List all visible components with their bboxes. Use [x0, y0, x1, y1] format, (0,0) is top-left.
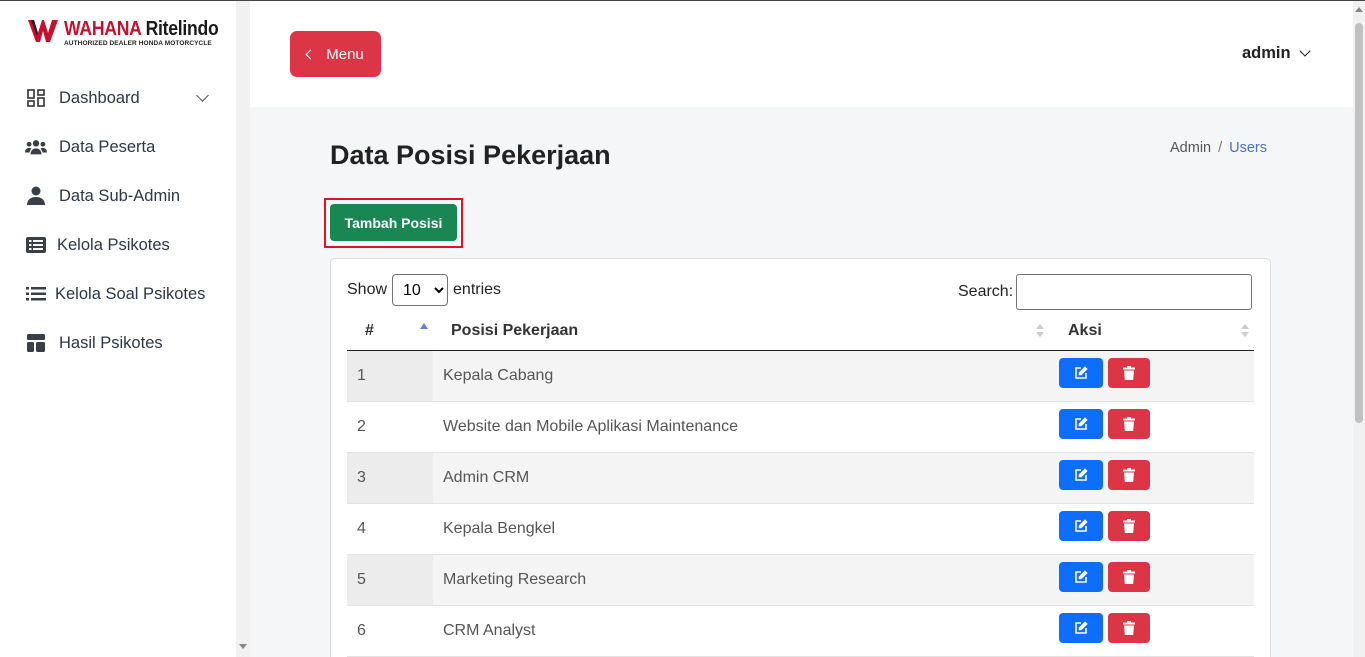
sidebar-item-dashboard[interactable]: Dashboard [0, 78, 236, 118]
trash-icon [1123, 468, 1135, 482]
sidebar-item-label: Hasil Psikotes [59, 333, 163, 352]
delete-button[interactable] [1108, 613, 1150, 643]
edit-button[interactable] [1059, 358, 1103, 388]
add-position-button[interactable]: Tambah Posisi [330, 204, 457, 241]
edit-button[interactable] [1059, 511, 1103, 541]
users-group-icon [25, 136, 47, 158]
table-row: 3 Admin CRM [347, 453, 1254, 504]
edit-button[interactable] [1059, 460, 1103, 490]
list-alt-icon [25, 234, 47, 256]
sidebar-item-data-sub-admin[interactable]: Data Sub-Admin [0, 176, 236, 216]
position-name: Website dan Mobile Aplikasi Maintenance [443, 418, 738, 435]
page-title: Data Posisi Pekerjaan [330, 140, 611, 170]
sidebar-item-kelola-soal-psikotes[interactable]: Kelola Soal Psikotes [0, 274, 236, 314]
scroll-up-arrow-icon[interactable] [1355, 7, 1363, 12]
table-row: 4 Kepala Bengkel [347, 504, 1254, 555]
table-row: 6 CRM Analyst [347, 606, 1254, 657]
search-control: Search: [958, 274, 1253, 310]
position-name: CRM Analyst [443, 622, 536, 639]
chevron-down-icon [1298, 45, 1311, 57]
sidebar-scrollbar[interactable] [236, 1, 250, 657]
edit-icon [1075, 519, 1088, 532]
search-label: Search: [958, 283, 1014, 300]
edit-button[interactable] [1059, 409, 1103, 439]
user-name: admin [1242, 44, 1291, 62]
table-header: # Posisi Pekerjaan Aksi [347, 312, 1254, 351]
breadcrumb-item-users[interactable]: Users [1229, 140, 1267, 156]
row-number: 5 [357, 571, 366, 588]
row-number: 3 [357, 469, 366, 486]
trash-icon [1123, 621, 1135, 635]
edit-button[interactable] [1059, 562, 1103, 592]
sidebar: WAHANA Ritelindo AUTHORIZED DEALER HONDA… [0, 1, 236, 657]
sort-icon [1241, 324, 1249, 338]
sort-icon [1036, 324, 1044, 338]
sidebar-item-label: Kelola Psikotes [57, 235, 170, 254]
trash-icon [1123, 519, 1135, 533]
user-icon [25, 185, 47, 207]
search-input[interactable] [1016, 274, 1253, 310]
brand-logo[interactable]: WAHANA Ritelindo AUTHORIZED DEALER HONDA… [28, 18, 228, 50]
entries-length-control: Show 10 entries [347, 274, 501, 306]
scrollbar-thumb[interactable] [1355, 23, 1363, 423]
trash-icon [1123, 417, 1135, 431]
main-scrollbar[interactable] [1353, 1, 1365, 657]
entries-label: entries [453, 281, 502, 298]
breadcrumb: Admin / Users [1170, 140, 1267, 156]
trash-icon [1123, 570, 1135, 584]
table-row: 5 Marketing Research [347, 555, 1254, 606]
row-number: 4 [357, 520, 366, 537]
sidebar-item-hasil-psikotes[interactable]: Hasil Psikotes [0, 323, 236, 363]
menu-button[interactable]: Menu [290, 31, 381, 77]
chevron-down-icon [196, 89, 209, 102]
sidebar-item-label: Dashboard [59, 88, 140, 107]
delete-button[interactable] [1108, 511, 1150, 541]
row-number: 1 [357, 367, 366, 384]
breadcrumb-separator: / [1218, 140, 1223, 156]
menu-button-label: Menu [326, 45, 364, 63]
delete-button[interactable] [1108, 460, 1150, 490]
list-icon [25, 283, 47, 305]
wahana-logo-mark [28, 20, 58, 42]
position-name: Kepala Bengkel [443, 520, 556, 537]
position-name: Admin CRM [443, 469, 530, 486]
edit-button[interactable] [1059, 613, 1103, 643]
sidebar-item-label: Kelola Soal Psikotes [55, 284, 206, 303]
edit-icon [1075, 621, 1088, 634]
user-menu[interactable]: admin [1242, 44, 1311, 63]
sidebar-item-label: Data Peserta [59, 137, 156, 156]
edit-icon [1075, 570, 1088, 583]
show-label: Show [347, 281, 388, 298]
position-name: Kepala Cabang [443, 367, 554, 384]
delete-button[interactable] [1108, 562, 1150, 592]
edit-icon [1075, 366, 1088, 379]
sidebar-item-kelola-psikotes[interactable]: Kelola Psikotes [0, 225, 236, 265]
table-row: 2 Website dan Mobile Aplikasi Maintenanc… [347, 402, 1254, 453]
entries-select[interactable]: 10 [392, 274, 449, 306]
sidebar-item-data-peserta[interactable]: Data Peserta [0, 127, 236, 167]
breadcrumb-item-admin[interactable]: Admin [1170, 140, 1211, 156]
column-header-posisi[interactable]: Posisi Pekerjaan [451, 322, 578, 340]
top-header: Menu admin [250, 1, 1353, 107]
position-name: Marketing Research [443, 571, 587, 588]
column-header-number[interactable]: # [365, 322, 374, 340]
chevron-left-icon [305, 49, 316, 59]
column-header-aksi[interactable]: Aksi [1068, 322, 1102, 340]
table-row: 1 Kepala Cabang [347, 351, 1254, 402]
delete-button[interactable] [1108, 358, 1150, 388]
brand-subtitle: AUTHORIZED DEALER HONDA MOTORCYCLE [64, 40, 212, 47]
sort-asc-icon [420, 323, 428, 329]
dashboard-grid-icon [25, 87, 47, 109]
edit-icon [1075, 468, 1088, 481]
sidebar-item-label: Data Sub-Admin [59, 186, 181, 205]
brand-name: WAHANA Ritelindo [64, 18, 219, 40]
scroll-down-arrow-icon[interactable] [239, 644, 247, 649]
edit-icon [1075, 417, 1088, 430]
trash-icon [1123, 366, 1135, 380]
row-number: 2 [357, 418, 366, 435]
delete-button[interactable] [1108, 409, 1150, 439]
row-number: 6 [357, 622, 366, 639]
layout-icon [25, 332, 47, 354]
